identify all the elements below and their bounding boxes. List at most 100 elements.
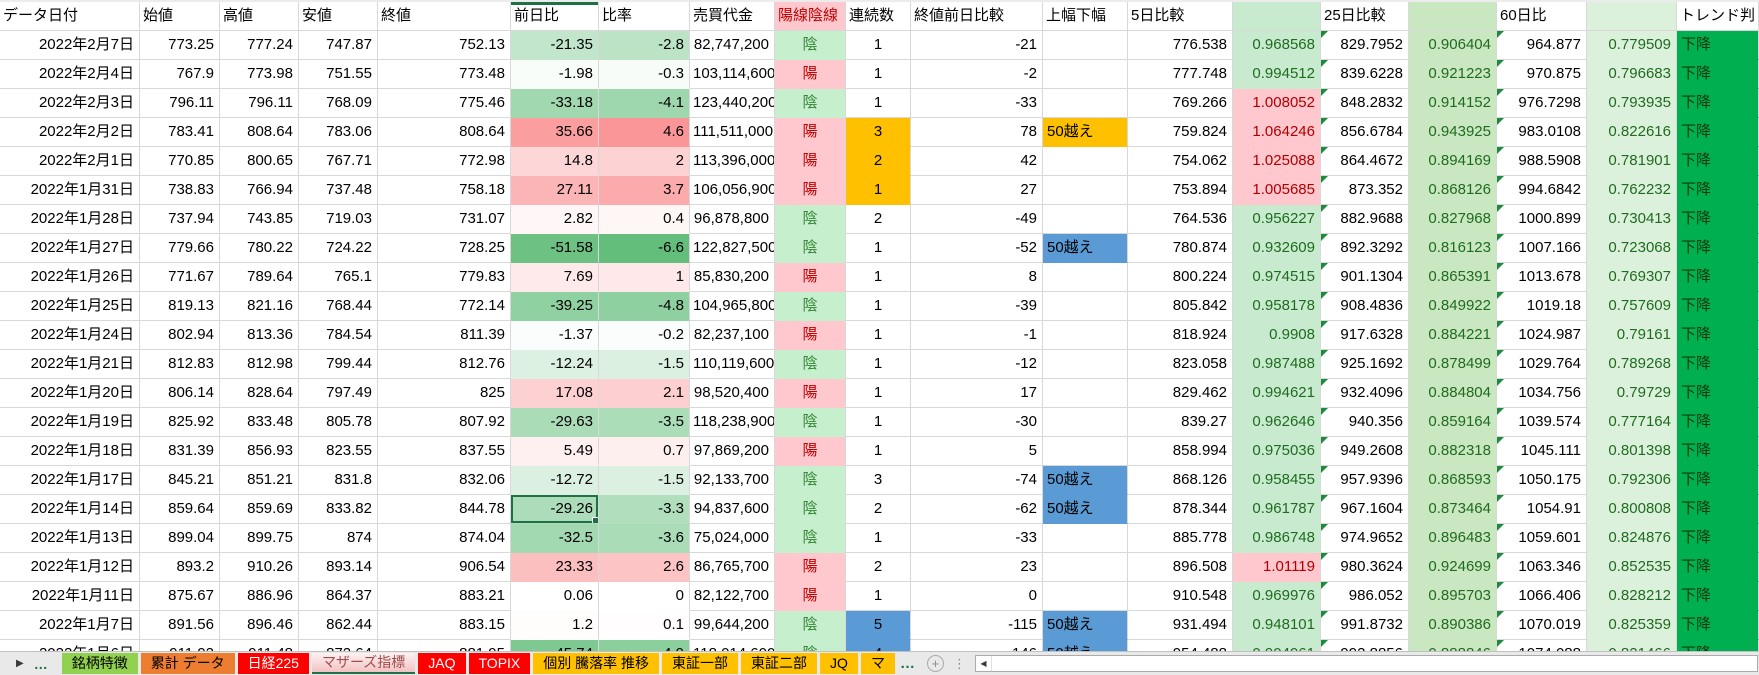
cell-date[interactable]: 2022年1月25日 — [0, 292, 140, 321]
cell-r60[interactable]: 0.828212 — [1587, 582, 1677, 611]
cell-trend[interactable]: 下降 — [1677, 234, 1759, 263]
cell-d5[interactable]: 805.842 — [1128, 292, 1233, 321]
cell-low[interactable]: 765.1 — [299, 263, 378, 292]
cell-r25[interactable]: 0.859164 — [1409, 408, 1497, 437]
scroll-left-icon[interactable]: ◀ — [976, 656, 992, 671]
cell-volume[interactable]: 82,122,700 — [690, 582, 775, 611]
cell-close_diff[interactable]: 78 — [911, 118, 1043, 147]
cell-date[interactable]: 2022年2月2日 — [0, 118, 140, 147]
cell-close[interactable]: 906.54 — [378, 553, 511, 582]
cell-r25[interactable]: 0.894169 — [1409, 147, 1497, 176]
cell-candle[interactable]: 陰 — [775, 89, 846, 118]
cell-candle[interactable]: 陽 — [775, 321, 846, 350]
cell-d5[interactable]: 818.924 — [1128, 321, 1233, 350]
cell-r60[interactable]: 0.777164 — [1587, 408, 1677, 437]
cell-date[interactable]: 2022年1月18日 — [0, 437, 140, 466]
cell-close_diff[interactable]: -39 — [911, 292, 1043, 321]
cell-streak[interactable]: 1 — [846, 31, 911, 60]
cell-streak[interactable]: 1 — [846, 292, 911, 321]
cell-trend[interactable]: 下降 — [1677, 89, 1759, 118]
cell-change[interactable]: -39.25 — [511, 292, 599, 321]
cell-close[interactable]: 752.13 — [378, 31, 511, 60]
cell-r60[interactable]: 0.79729 — [1587, 379, 1677, 408]
cell-high[interactable]: 808.64 — [220, 118, 299, 147]
cell-range50[interactable] — [1043, 379, 1128, 408]
cell-d5[interactable]: 759.824 — [1128, 118, 1233, 147]
cell-close_diff[interactable]: -2 — [911, 60, 1043, 89]
cell-change[interactable]: -1.37 — [511, 321, 599, 350]
cell-candle[interactable]: 陰 — [775, 205, 846, 234]
cell-low[interactable]: 874 — [299, 524, 378, 553]
cell-open[interactable]: 767.9 — [140, 60, 220, 89]
cell-r60[interactable]: 0.824876 — [1587, 524, 1677, 553]
cell-close_diff[interactable]: 23 — [911, 553, 1043, 582]
cell-volume[interactable]: 103,114,600 — [690, 60, 775, 89]
cell-low[interactable]: 751.55 — [299, 60, 378, 89]
cell-change[interactable]: -32.5 — [511, 524, 599, 553]
cell-streak[interactable]: 1 — [846, 89, 911, 118]
cell-low[interactable]: 831.8 — [299, 466, 378, 495]
header-streak[interactable]: 連続数 — [846, 2, 911, 31]
cell-date[interactable]: 2022年2月7日 — [0, 31, 140, 60]
cell-high[interactable]: 859.69 — [220, 495, 299, 524]
cell-r60[interactable]: 0.730413 — [1587, 205, 1677, 234]
cell-trend[interactable]: 下降 — [1677, 495, 1759, 524]
header-pct[interactable]: 比率 — [599, 2, 690, 31]
scrollbar-track[interactable] — [992, 656, 1757, 671]
cell-d5[interactable]: 829.462 — [1128, 379, 1233, 408]
cell-streak[interactable]: 3 — [846, 118, 911, 147]
cell-r5[interactable]: 1.008052 — [1233, 89, 1321, 118]
cell-d60[interactable]: 1050.175 — [1497, 466, 1587, 495]
header-close[interactable]: 終値 — [378, 2, 511, 31]
cell-close_diff[interactable]: -33 — [911, 89, 1043, 118]
more-options-icon[interactable]: ⋮ — [953, 656, 966, 672]
cell-d25[interactable]: 908.4836 — [1321, 292, 1409, 321]
cell-d5[interactable]: 776.538 — [1128, 31, 1233, 60]
cell-r5[interactable]: 0.958178 — [1233, 292, 1321, 321]
cell-open[interactable]: 770.85 — [140, 147, 220, 176]
cell-pct[interactable]: -4.1 — [599, 89, 690, 118]
cell-close_diff[interactable]: 42 — [911, 147, 1043, 176]
cell-open[interactable]: 806.14 — [140, 379, 220, 408]
cell-volume[interactable]: 86,765,700 — [690, 553, 775, 582]
cell-range50[interactable]: 50越え — [1043, 234, 1128, 263]
cell-high[interactable]: 743.85 — [220, 205, 299, 234]
cell-d25[interactable]: 839.6228 — [1321, 60, 1409, 89]
cell-r25[interactable]: 0.878499 — [1409, 350, 1497, 379]
cell-low[interactable]: 747.87 — [299, 31, 378, 60]
cell-pct[interactable]: -6.6 — [599, 234, 690, 263]
cell-d25[interactable]: 917.6328 — [1321, 321, 1409, 350]
header-r25[interactable] — [1409, 2, 1497, 31]
header-volume[interactable]: 売買代金 — [690, 2, 775, 31]
cell-candle[interactable]: 陽 — [775, 582, 846, 611]
cell-low[interactable]: 719.03 — [299, 205, 378, 234]
cell-close[interactable]: 837.55 — [378, 437, 511, 466]
cell-r60[interactable]: 0.793935 — [1587, 89, 1677, 118]
cell-change[interactable]: 7.69 — [511, 263, 599, 292]
cell-date[interactable]: 2022年1月31日 — [0, 176, 140, 205]
cell-pct[interactable]: 0.4 — [599, 205, 690, 234]
cell-d60[interactable]: 994.6842 — [1497, 176, 1587, 205]
cell-close_diff[interactable]: -115 — [911, 611, 1043, 640]
cell-date[interactable]: 2022年1月14日 — [0, 495, 140, 524]
cell-trend[interactable]: 下降 — [1677, 553, 1759, 582]
header-d25[interactable]: 25日比較 — [1321, 2, 1409, 31]
cell-date[interactable]: 2022年1月27日 — [0, 234, 140, 263]
cell-trend[interactable]: 下降 — [1677, 147, 1759, 176]
cell-date[interactable]: 2022年1月17日 — [0, 466, 140, 495]
cell-r60[interactable]: 0.779509 — [1587, 31, 1677, 60]
cell-range50[interactable]: 50越え — [1043, 640, 1128, 651]
cell-candle[interactable]: 陽 — [775, 263, 846, 292]
cell-close[interactable]: 773.48 — [378, 60, 511, 89]
cell-d60[interactable]: 1063.346 — [1497, 553, 1587, 582]
cell-volume[interactable]: 110,119,600 — [690, 350, 775, 379]
cell-low[interactable]: 872.64 — [299, 640, 378, 651]
cell-streak[interactable]: 2 — [846, 205, 911, 234]
cell-r60[interactable]: 0.800808 — [1587, 495, 1677, 524]
header-change[interactable]: 前日比 — [511, 2, 599, 31]
cell-high[interactable]: 910.26 — [220, 553, 299, 582]
cell-d5[interactable]: 868.126 — [1128, 466, 1233, 495]
cell-close_diff[interactable]: -12 — [911, 350, 1043, 379]
cell-d60[interactable]: 1070.019 — [1497, 611, 1587, 640]
cell-candle[interactable]: 陽 — [775, 60, 846, 89]
